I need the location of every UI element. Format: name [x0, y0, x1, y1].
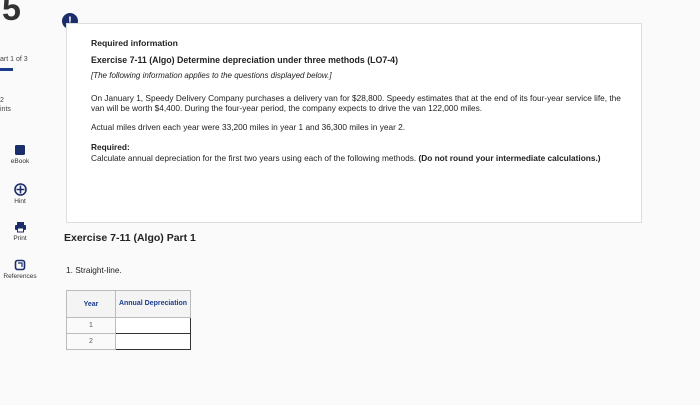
- references-label: References: [3, 273, 37, 280]
- points-label: 2 ints: [0, 97, 11, 113]
- hint-button[interactable]: Hint: [0, 183, 40, 205]
- references-button[interactable]: References: [0, 259, 40, 280]
- required-information-panel: Required information Exercise 7-11 (Algo…: [66, 23, 642, 223]
- ebook-label: eBook: [10, 158, 30, 165]
- annual-depreciation-header: Annual Depreciation: [115, 290, 191, 318]
- required-instruction: Calculate annual depreciation for the fi…: [91, 152, 417, 163]
- table-row: 1: [66, 317, 191, 334]
- question-number: 5: [2, 0, 21, 28]
- hint-icon: [13, 183, 27, 196]
- year-header: Year: [66, 290, 116, 318]
- table-row: 2: [66, 333, 191, 350]
- info-note: [The following information applies to th…: [91, 71, 332, 80]
- year-cell: 2: [66, 333, 116, 350]
- year-cell: 1: [66, 317, 116, 334]
- ebook-button[interactable]: eBook: [0, 144, 40, 165]
- part-title: Exercise 7-11 (Algo) Part 1: [64, 232, 196, 244]
- print-label: Print: [13, 235, 27, 242]
- exercise-title: Exercise 7-11 (Algo) Determine depreciat…: [91, 54, 398, 65]
- problem-paragraph-2: Actual miles driven each year were 33,20…: [91, 121, 406, 132]
- print-button[interactable]: Print: [0, 221, 40, 242]
- book-icon: [15, 145, 25, 155]
- part-indicator: art 1 of 3: [0, 56, 28, 63]
- part-progress-bar: [0, 68, 13, 71]
- print-icon: [14, 222, 26, 233]
- required-label: Required:: [91, 142, 130, 152]
- question-label: 1. Straight-line.: [66, 265, 122, 275]
- required-text: Calculate annual depreciation for the fi…: [91, 153, 621, 164]
- depreciation-table: Year Annual Depreciation 1 2: [66, 290, 191, 350]
- depreciation-input[interactable]: [115, 317, 191, 334]
- problem-paragraph-1: On January 1, Speedy Delivery Company pu…: [91, 92, 621, 114]
- required-bold-note: (Do not round your intermediate calculat…: [418, 152, 601, 163]
- required-info-heading: Required information: [91, 38, 178, 48]
- references-icon: [14, 259, 26, 271]
- hint-label: Hint: [14, 198, 26, 205]
- left-rail: 5 art 1 of 3 2 ints eBook Hint Print Ref…: [0, 0, 48, 405]
- depreciation-input[interactable]: [115, 333, 191, 350]
